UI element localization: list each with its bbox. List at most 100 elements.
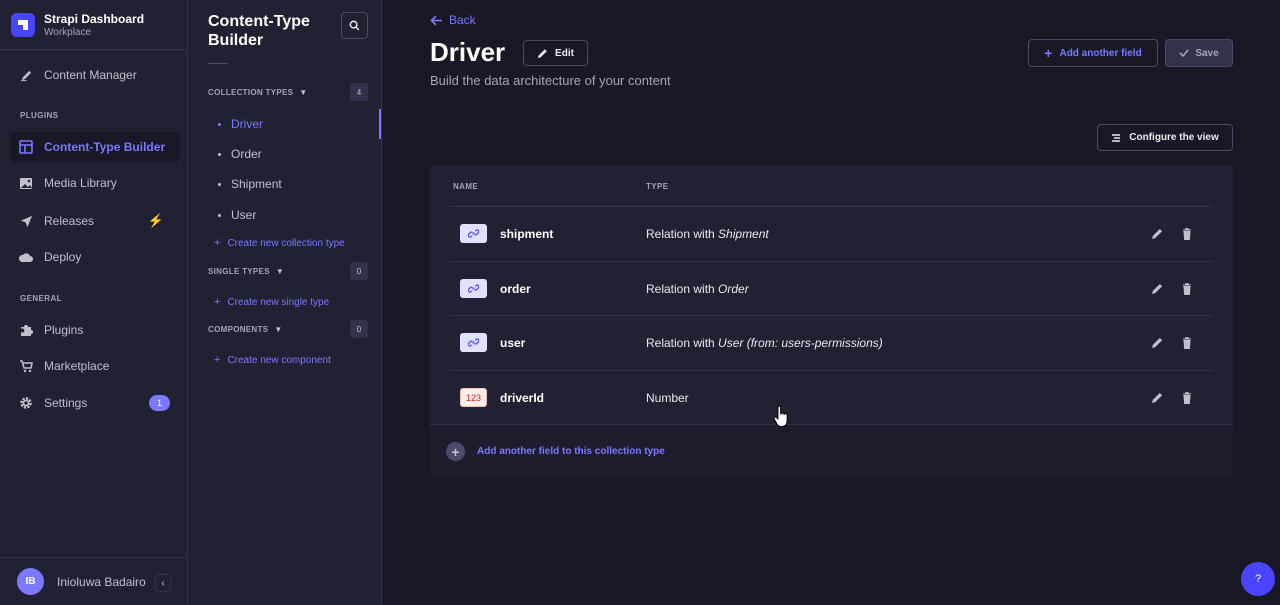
add-field-to-collection-button[interactable]: + Add another field to this collection t… [446,442,665,461]
type-target: Order [718,282,749,296]
button-label: Save [1195,47,1219,59]
nav-label: Content-Type Builder [44,140,166,154]
type-prefix: Number [646,391,689,405]
category-label: COMPONENTS [208,325,269,334]
nav-label: Content Manager [44,68,137,82]
field-name: driverId [500,391,545,405]
trash-icon[interactable] [1180,227,1194,241]
nav-item-deploy[interactable]: Deploy [10,242,180,272]
link-label: Create new component [227,354,331,366]
table-row[interactable]: user Relation with User (from: users-per… [450,315,1213,370]
create-collection-type-link[interactable]: + Create new collection type [214,237,345,249]
collection-type-order[interactable]: Order [218,147,262,161]
avatar: IB [17,568,44,595]
pen-icon [18,67,34,83]
pencil-icon [537,48,547,58]
edit-button[interactable]: Edit [523,40,588,66]
collapse-nav-button[interactable]: ‹ [155,574,171,592]
settings-badge: 1 [149,395,170,411]
nav-item-content-type-builder[interactable]: Content-Type Builder [10,132,180,162]
user-profile[interactable]: IB Inioluwa Badairo ‹ [0,557,188,605]
type-label: Driver [231,117,263,131]
single-types-count: 0 [350,262,368,280]
active-indicator [379,109,381,139]
bullet [218,182,221,186]
hand-pointer-icon [773,406,788,427]
page-subtitle: Build the data architecture of your cont… [430,73,671,88]
category-label: SINGLE TYPES [208,267,270,276]
components-count: 0 [350,320,368,338]
back-label: Back [449,13,476,27]
create-component-link[interactable]: + Create new component [214,354,331,366]
subnav-title: Content-Type Builder [208,13,310,49]
strapi-logo-icon [11,12,35,37]
table-row[interactable]: shipment Relation with Shipment [450,206,1213,261]
back-link[interactable]: Back [430,13,476,27]
components-toggle[interactable]: COMPONENTS ▼ [208,325,283,334]
link-label: Create new collection type [227,237,345,249]
single-types-toggle[interactable]: SINGLE TYPES ▼ [208,267,284,276]
relation-icon [460,224,487,243]
caret-down-icon: ▼ [275,267,285,276]
nav-label: Releases [44,214,95,228]
link-label: Create new single type [227,296,330,308]
create-single-type-link[interactable]: + Create new single type [214,296,329,308]
caret-down-icon: ▼ [299,88,308,97]
plus-circle-icon: + [446,442,465,461]
field-type: Relation with Order [646,282,749,296]
search-icon [349,20,360,31]
type-label: User [231,208,257,222]
type-target: User (from: users-permissions) [718,336,883,350]
collection-type-shipment[interactable]: Shipment [218,177,282,191]
type-label: Shipment [231,177,282,191]
button-label: Add another field to this collection typ… [477,446,665,457]
cart-icon [18,358,34,374]
collection-type-driver[interactable]: Driver [218,117,263,131]
edit-label: Edit [555,47,574,59]
table-row[interactable]: order Relation with Order [450,261,1213,316]
pencil-icon[interactable] [1150,282,1164,296]
pencil-icon[interactable] [1150,391,1164,405]
button-label: Add another field [1059,47,1142,59]
brand-subtitle: Workplace [44,26,92,38]
collection-types-count: 4 [350,83,368,101]
layout-icon [18,139,34,155]
chevron-left-icon: ‹ [161,577,165,589]
gear-icon [18,395,34,411]
trash-icon[interactable] [1180,336,1194,350]
brand[interactable]: Strapi Dashboard Workplace [0,0,187,50]
nav-item-plugins[interactable]: Plugins [10,315,180,345]
list-settings-icon [1112,133,1121,142]
nav-item-releases[interactable]: Releases ⚡ [10,206,180,236]
nav-item-content-manager[interactable]: Content Manager [10,60,180,90]
fields-table: NAME TYPE shipment Relation with Shipmen… [430,165,1233,477]
column-header-type: TYPE [646,182,669,191]
collection-type-user[interactable]: User [218,208,256,222]
check-icon [1179,49,1189,57]
type-prefix: Relation with [646,227,719,241]
trash-icon[interactable] [1180,391,1194,405]
puzzle-icon [18,322,34,338]
field-name: shipment [500,227,554,241]
nav-item-media-library[interactable]: Media Library [10,168,180,198]
add-another-field-button[interactable]: + Add another field [1028,39,1158,67]
nav-label: Settings [44,396,88,410]
pencil-icon[interactable] [1150,227,1164,241]
field-name: user [500,336,526,350]
nav-item-marketplace[interactable]: Marketplace [10,351,180,381]
nav-item-settings[interactable]: Settings 1 [10,388,180,418]
collection-types-toggle[interactable]: COLLECTION TYPES ▼ [208,88,307,97]
search-button[interactable] [341,12,368,39]
trash-icon[interactable] [1180,282,1194,296]
type-prefix: Relation with [646,336,719,350]
table-row[interactable]: 123 driverId Number [450,370,1213,425]
nav-label: Marketplace [44,359,110,373]
save-button[interactable]: Save [1165,39,1233,67]
help-button[interactable]: ? [1241,562,1275,596]
configure-view-button[interactable]: Configure the view [1097,124,1233,151]
cloud-icon [18,249,34,265]
button-label: Configure the view [1129,132,1219,143]
pencil-icon[interactable] [1150,336,1164,350]
main-nav: Strapi Dashboard Workplace Content Manag… [0,0,188,605]
category-label: COLLECTION TYPES [208,88,294,97]
